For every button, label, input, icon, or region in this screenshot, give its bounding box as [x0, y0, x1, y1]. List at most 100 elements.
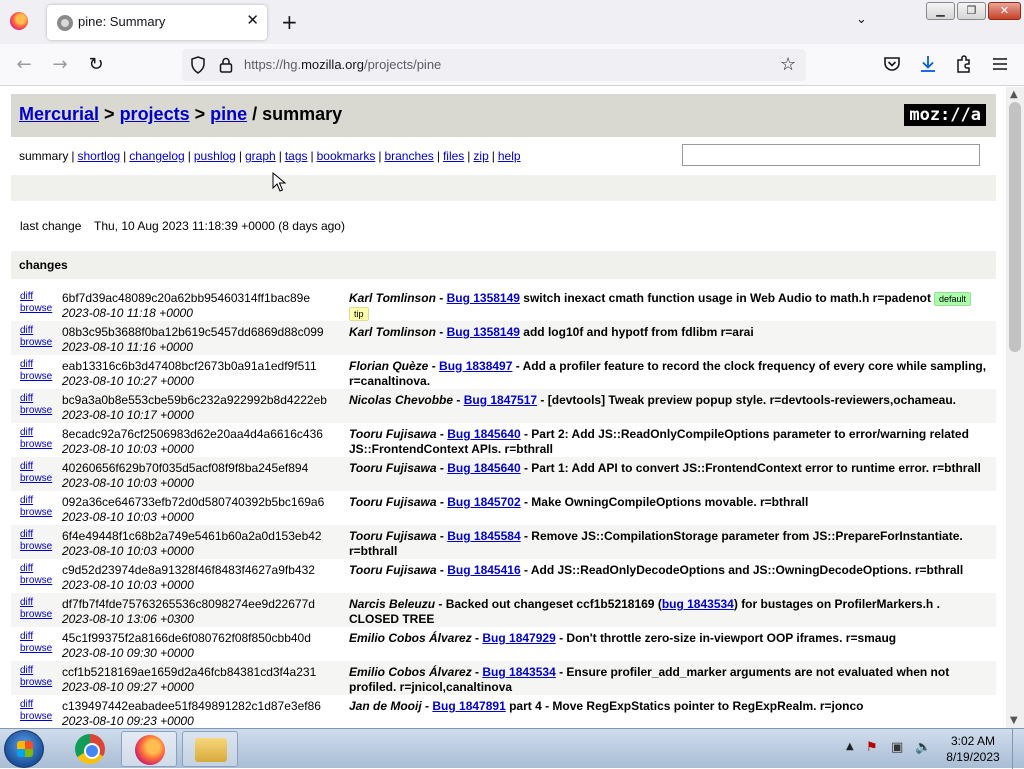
vertical-scrollbar[interactable]: ▲ ▼	[1006, 87, 1024, 728]
subnav-link-bookmarks[interactable]: bookmarks	[317, 149, 376, 163]
taskbar-explorer-button[interactable]	[182, 731, 238, 767]
diff-link[interactable]: diff	[20, 563, 52, 575]
subnav-link-files[interactable]: files	[443, 149, 464, 163]
page-title: summary	[262, 104, 343, 124]
back-arrow-icon[interactable]: ←	[12, 54, 36, 75]
diff-link[interactable]: diff	[20, 427, 52, 439]
browse-link[interactable]: browse	[20, 405, 52, 417]
bug-link[interactable]: Bug 1358149	[447, 325, 520, 339]
taskbar-chrome-button[interactable]	[62, 731, 118, 767]
browse-link[interactable]: browse	[20, 473, 52, 485]
changeset-date: 2023-08-10 09:23 +0000	[62, 714, 194, 728]
scroll-down-arrow-icon[interactable]: ▼	[1010, 715, 1018, 726]
diff-link[interactable]: diff	[20, 359, 52, 371]
list-all-tabs-chevron-icon[interactable]: ⌄	[856, 12, 867, 27]
mozilla-logo[interactable]: moz://a	[904, 104, 986, 126]
changeset-description: Karl Tomlinson - Bug 1358149 add log10f …	[349, 325, 989, 340]
diff-link[interactable]: diff	[20, 325, 52, 337]
description-prefix: - Backed out changeset ccf1b5218169 (	[435, 597, 662, 611]
download-icon[interactable]	[918, 54, 938, 74]
bug-link[interactable]: bug 1843534	[662, 597, 734, 611]
browse-link[interactable]: browse	[20, 507, 52, 519]
subnav-link-zip[interactable]: zip	[473, 149, 488, 163]
bug-link[interactable]: Bug 1838497	[439, 359, 512, 373]
tab-pine-summary[interactable]: pine: Summary ✕	[47, 5, 267, 40]
scroll-up-arrow-icon[interactable]: ▲	[1010, 89, 1018, 100]
bug-link[interactable]: Bug 1847517	[464, 393, 537, 407]
subnav-link-graph[interactable]: graph	[245, 149, 276, 163]
start-button[interactable]	[4, 730, 44, 768]
browse-link[interactable]: browse	[20, 677, 52, 689]
scrollbar-thumb[interactable]	[1009, 102, 1021, 352]
browse-link[interactable]: browse	[20, 643, 52, 655]
bug-link[interactable]: Bug 1847891	[432, 699, 505, 713]
description-text: - [devtools] Tweak preview popup style. …	[537, 393, 956, 407]
subnav-link-changelog[interactable]: changelog	[129, 149, 184, 163]
search-input[interactable]	[682, 144, 980, 166]
window-close-button[interactable]: ✕	[988, 2, 1021, 20]
breadcrumb-mercurial-link[interactable]: Mercurial	[19, 104, 99, 124]
bug-link[interactable]: Bug 1845640	[447, 427, 520, 441]
extensions-puzzle-icon[interactable]	[954, 54, 974, 74]
window-maximize-button[interactable]: ❐	[957, 2, 986, 20]
action-center-flag-icon[interactable]: ⚑	[866, 740, 882, 756]
browse-link[interactable]: browse	[20, 541, 52, 553]
browse-link[interactable]: browse	[20, 609, 52, 621]
firefox-icon[interactable]	[10, 12, 28, 30]
diff-link[interactable]: diff	[20, 495, 52, 507]
subnav-link-shortlog[interactable]: shortlog	[77, 149, 120, 163]
branch-tag: default	[934, 292, 972, 306]
subnav-link-help[interactable]: help	[498, 149, 521, 163]
browse-link[interactable]: browse	[20, 337, 52, 349]
subnav-link-tags[interactable]: tags	[285, 149, 308, 163]
bookmark-star-icon[interactable]: ☆	[780, 54, 796, 75]
lock-icon[interactable]	[219, 57, 233, 73]
forward-arrow-icon[interactable]: →	[48, 54, 72, 75]
diff-link[interactable]: diff	[20, 291, 52, 303]
url-bar[interactable]: https://hg.mozilla.org/projects/pine ☆	[182, 49, 806, 81]
shield-icon[interactable]	[190, 56, 206, 74]
volume-muted-icon[interactable]: 🔈	[915, 740, 931, 756]
bug-link[interactable]: Bug 1843534	[482, 665, 555, 679]
bug-link[interactable]: Bug 1847929	[482, 631, 555, 645]
bug-link[interactable]: Bug 1845702	[447, 495, 520, 509]
browse-link[interactable]: browse	[20, 575, 52, 587]
subnav-link-pushlog[interactable]: pushlog	[194, 149, 236, 163]
hamburger-menu-icon[interactable]	[990, 54, 1010, 74]
window-minimize-button[interactable]: ▁	[926, 2, 955, 20]
spacer-band	[11, 175, 996, 201]
show-desktop-button[interactable]	[1012, 729, 1024, 769]
show-hidden-icons-arrow-icon[interactable]: ▲	[846, 741, 854, 752]
breadcrumb-pine-link[interactable]: pine	[210, 104, 247, 124]
bug-link[interactable]: Bug 1845416	[447, 563, 520, 577]
diff-link[interactable]: diff	[20, 393, 52, 405]
diff-link[interactable]: diff	[20, 665, 52, 677]
diff-link[interactable]: diff	[20, 529, 52, 541]
changeset-author: Emilio Cobos Álvarez	[349, 631, 472, 645]
url-text[interactable]: https://hg.mozilla.org/projects/pine	[244, 57, 441, 72]
bug-link[interactable]: Bug 1358149	[447, 291, 520, 305]
taskbar-firefox-button[interactable]	[121, 731, 177, 767]
description-prefix: -	[435, 325, 447, 339]
diff-link[interactable]: diff	[20, 461, 52, 473]
browse-link[interactable]: browse	[20, 439, 52, 451]
diff-link[interactable]: diff	[20, 597, 52, 609]
pocket-icon[interactable]	[882, 54, 902, 74]
tab-close-icon[interactable]: ✕	[246, 11, 259, 29]
new-tab-icon[interactable]: +	[281, 10, 298, 34]
bug-link[interactable]: Bug 1845640	[447, 461, 520, 475]
description-text: - Make OwningCompileOptions movable. r=b…	[520, 495, 809, 509]
changeset-hash: 40260656f629b70f035d5acf08f9f8ba245ef894	[62, 461, 309, 475]
breadcrumb-projects-link[interactable]: projects	[120, 104, 190, 124]
browse-link[interactable]: browse	[20, 711, 52, 723]
system-clock[interactable]: 3:02 AM 8/19/2023	[940, 733, 1006, 765]
network-icon[interactable]: ▣	[891, 740, 907, 756]
reload-icon[interactable]: ↻	[84, 54, 108, 75]
diff-link[interactable]: diff	[20, 631, 52, 643]
bug-link[interactable]: Bug 1845584	[447, 529, 520, 543]
subnav-link-branches[interactable]: branches	[384, 149, 433, 163]
changeset-description: Tooru Fujisawa - Bug 1845416 - Add JS::R…	[349, 563, 989, 578]
browse-link[interactable]: browse	[20, 303, 52, 315]
diff-link[interactable]: diff	[20, 699, 52, 711]
browse-link[interactable]: browse	[20, 371, 52, 383]
